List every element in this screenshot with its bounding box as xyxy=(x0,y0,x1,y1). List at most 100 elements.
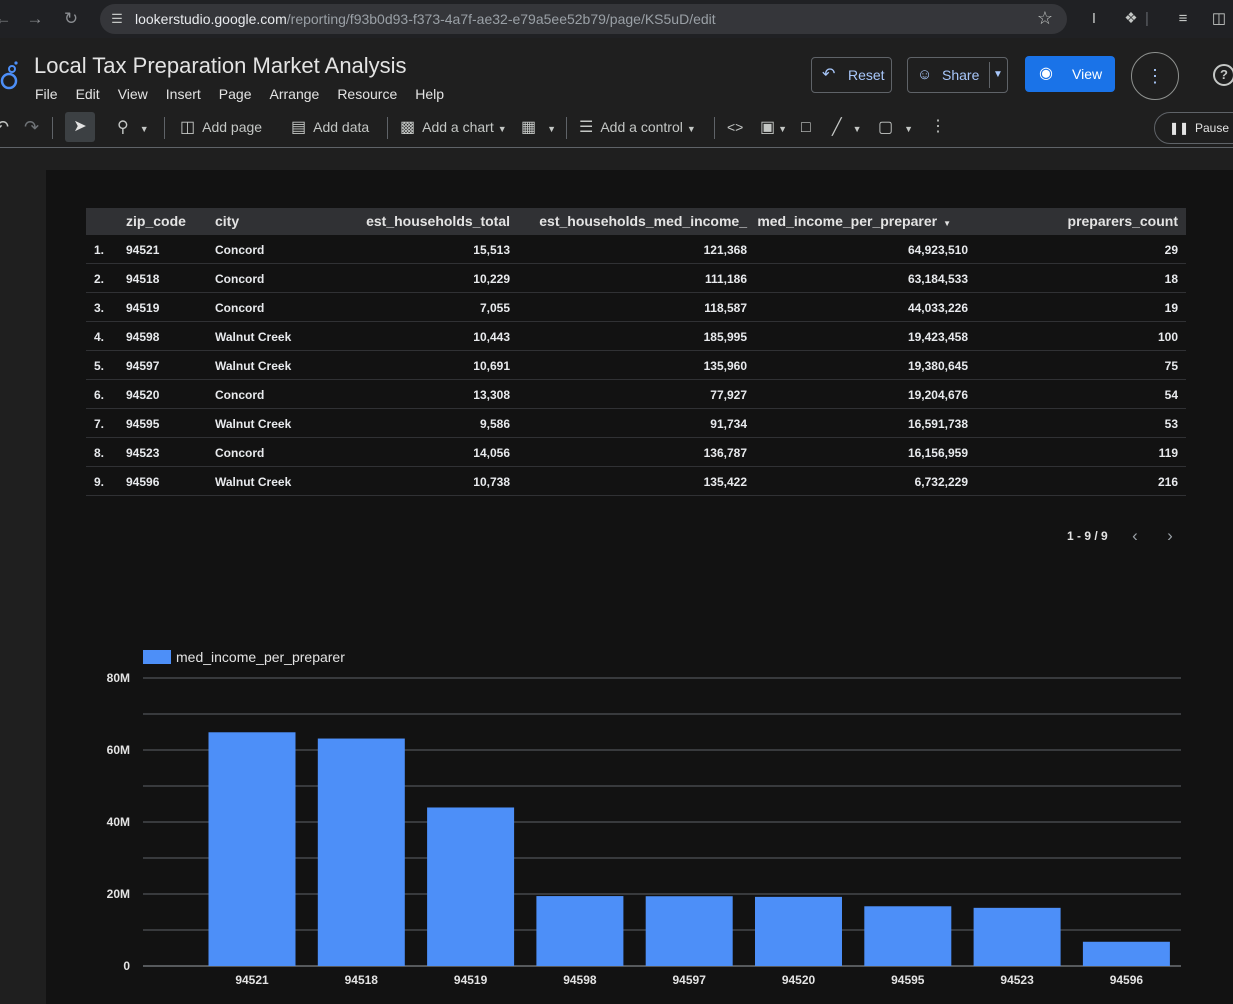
bar[interactable] xyxy=(645,896,733,966)
reset-button[interactable]: ↶ Reset xyxy=(811,57,892,93)
menu-file[interactable]: File xyxy=(26,84,67,104)
media-queue-icon[interactable]: ≡ xyxy=(1172,8,1194,30)
bookmark-star-icon[interactable]: ☆ xyxy=(1037,8,1053,29)
menu-help[interactable]: Help xyxy=(406,84,453,104)
undo-icon[interactable]: ↶ xyxy=(0,117,9,137)
header-city[interactable]: city xyxy=(215,213,239,229)
share-button[interactable]: ☺ Share ▼ xyxy=(907,57,1008,93)
extension-i-icon[interactable]: I xyxy=(1083,8,1105,30)
pause-updates-button[interactable]: ❚❚ Pause u xyxy=(1154,112,1233,144)
menu-edit[interactable]: Edit xyxy=(67,84,109,104)
forward-icon[interactable]: → xyxy=(24,8,46,30)
bar[interactable] xyxy=(755,896,842,966)
cell-est-households-med-income: 121,368 xyxy=(703,243,747,257)
back-icon[interactable]: ← xyxy=(0,8,14,30)
site-settings-icon[interactable]: ☰ xyxy=(108,10,126,28)
bar[interactable] xyxy=(864,906,952,966)
cell-preparers-count: 54 xyxy=(1164,388,1178,402)
header-med-income-per-preparer[interactable]: med_income_per_preparer ▼ xyxy=(757,213,951,229)
header-est-households-med-income[interactable]: est_households_med_income_ xyxy=(539,213,747,229)
table-row[interactable]: 7. 94595 Walnut Creek 9,586 91,734 16,591,738… xyxy=(86,409,1186,438)
bar[interactable] xyxy=(536,896,624,966)
report-title[interactable]: Local Tax Preparation Market Analysis xyxy=(34,53,407,79)
sort-descending-icon[interactable]: ▼ xyxy=(943,219,951,228)
table-row[interactable]: 9. 94596 Walnut Creek 10,738 135,422 6,732,22… xyxy=(86,467,1186,496)
select-pointer-icon[interactable]: ➤ xyxy=(65,112,95,142)
toolbar-more-icon[interactable]: ⋮ xyxy=(930,117,946,137)
cell-city: Concord xyxy=(215,272,265,286)
menu-resource[interactable]: Resource xyxy=(328,84,406,104)
add-data-label: Add data xyxy=(313,119,370,135)
cell-est-households-med-income: 136,787 xyxy=(703,446,747,460)
embed-code-icon[interactable]: <> xyxy=(727,117,743,137)
table-row[interactable]: 5. 94597 Walnut Creek 10,691 135,960 19,380,6… xyxy=(86,351,1186,380)
cell-city: Walnut Creek xyxy=(215,417,292,431)
zoom-icon[interactable]: ⚲ ▼ xyxy=(117,117,149,137)
menu-insert[interactable]: Insert xyxy=(157,84,210,104)
help-icon[interactable]: ? xyxy=(1213,64,1233,86)
more-options-icon[interactable]: ⋮ xyxy=(1131,52,1179,100)
line-icon[interactable]: ╱ ▼ xyxy=(832,117,862,137)
bar[interactable] xyxy=(973,907,1061,966)
row-index: 5. xyxy=(94,359,105,373)
table-row[interactable]: 6. 94520 Concord 13,308 77,927 19,204,676 54 xyxy=(86,380,1186,409)
table-row[interactable]: 3. 94519 Concord 7,055 118,587 44,033,226 19 xyxy=(86,293,1186,322)
next-page-icon[interactable]: › xyxy=(1161,526,1179,546)
shape-icon[interactable]: ▢ ▼ xyxy=(878,117,913,137)
image-icon[interactable]: ▣ ▼ xyxy=(760,117,787,137)
cell-city: Walnut Creek xyxy=(215,359,292,373)
bar[interactable] xyxy=(317,738,405,966)
cell-est-households-med-income: 111,186 xyxy=(704,272,747,286)
share-label: Share xyxy=(942,67,980,83)
cell-city: Concord xyxy=(215,301,265,315)
add-page-icon: ◫ xyxy=(180,119,196,136)
add-control-icon: ☰ xyxy=(579,119,594,136)
menu-page[interactable]: Page xyxy=(210,84,261,104)
bar[interactable] xyxy=(208,732,296,966)
add-chart-icon: ▩ xyxy=(400,119,416,136)
cell-city: Concord xyxy=(215,243,265,257)
community-viz-icon[interactable]: ▦ ▼ xyxy=(521,117,556,137)
row-index: 3. xyxy=(94,301,105,315)
table-row[interactable]: 4. 94598 Walnut Creek 10,443 185,995 19,423,4… xyxy=(86,322,1186,351)
cell-est-households-med-income: 185,995 xyxy=(703,330,747,344)
previous-page-icon[interactable]: ‹ xyxy=(1126,526,1144,546)
table-row[interactable]: 1. 94521 Concord 15,513 121,368 64,923,510 29 xyxy=(86,235,1186,264)
cell-est-households-total: 10,691 xyxy=(473,359,510,373)
view-button[interactable]: ◉ View xyxy=(1025,56,1115,92)
bar[interactable] xyxy=(1082,941,1170,966)
cell-city: Walnut Creek xyxy=(215,475,292,489)
cell-preparers-count: 18 xyxy=(1164,272,1178,286)
pause-label: Pause u xyxy=(1195,121,1233,135)
cell-zip-code: 94523 xyxy=(126,446,160,460)
add-data-button[interactable]: ▤ Add data xyxy=(291,117,369,137)
cell-est-households-med-income: 91,734 xyxy=(710,417,747,431)
menu-bar: File Edit View Insert Page Arrange Resou… xyxy=(26,84,453,104)
header-est-households-total[interactable]: est_households_total xyxy=(366,213,510,229)
share-dropdown-icon[interactable]: ▼ xyxy=(993,58,1003,92)
row-index: 7. xyxy=(94,417,105,431)
table-row[interactable]: 8. 94523 Concord 14,056 136,787 16,156,959 119 xyxy=(86,438,1186,467)
header-preparers-count[interactable]: preparers_count xyxy=(1068,213,1178,229)
add-control-button[interactable]: ☰ Add a control ▼ xyxy=(579,117,696,137)
url-text[interactable]: lookerstudio.google.com/reporting/f93b0d… xyxy=(135,11,716,27)
redo-icon[interactable]: ↷ xyxy=(24,117,39,137)
address-bar[interactable]: ☰ lookerstudio.google.com/reporting/f93b… xyxy=(100,4,1067,34)
table-row[interactable]: 2. 94518 Concord 10,229 111,186 63,184,533 18 xyxy=(86,264,1186,293)
add-chart-button[interactable]: ▩ Add a chart ▼ xyxy=(400,117,507,137)
header-zip-code[interactable]: zip_code xyxy=(126,213,186,229)
x-tick-label: 94598 xyxy=(563,973,597,987)
looker-studio-logo-icon[interactable] xyxy=(0,58,22,92)
menu-arrange[interactable]: Arrange xyxy=(261,84,329,104)
add-page-button[interactable]: ◫ Add page xyxy=(180,117,262,137)
extensions-puzzle-icon[interactable]: ❖ xyxy=(1120,8,1142,30)
reload-icon[interactable]: ↻ xyxy=(60,8,82,30)
bar[interactable] xyxy=(427,807,515,966)
toolbar-separator xyxy=(164,117,165,139)
cell-med-income-per-preparer: 19,204,676 xyxy=(907,388,968,402)
side-panel-icon[interactable]: ◫ xyxy=(1208,8,1230,30)
text-box-icon[interactable]: □ xyxy=(801,117,818,137)
menu-view[interactable]: View xyxy=(109,84,157,104)
bar-chart[interactable]: 0 20M 40M 60M 80M 94521 94518 94519 94598 94597 94… xyxy=(86,640,1196,1004)
app-header: Local Tax Preparation Market Analysis Fi… xyxy=(0,38,1233,148)
